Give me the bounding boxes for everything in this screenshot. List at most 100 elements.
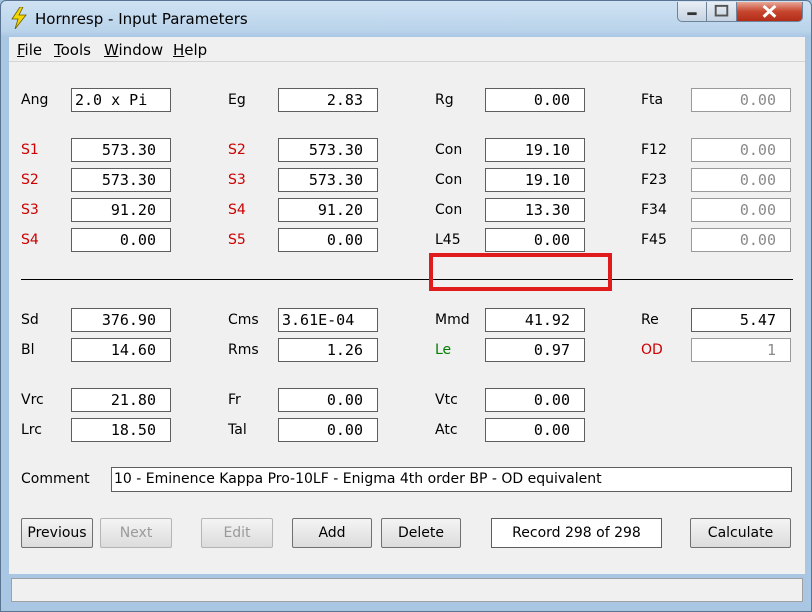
param-field-s4[interactable]: 0.00	[71, 228, 171, 252]
calculate-button[interactable]: Calculate	[690, 518, 791, 548]
param-label-bl: Bl	[21, 342, 35, 358]
param-field-atc[interactable]: 0.00	[485, 418, 585, 442]
minimize-button[interactable]	[677, 2, 707, 22]
param-label-vrc: Vrc	[21, 392, 44, 408]
param-field-fr[interactable]: 0.00	[278, 388, 378, 412]
param-label-con: Con	[435, 142, 463, 158]
add-button[interactable]: Add	[292, 518, 372, 548]
menu-bar: File Tools Window Help	[9, 37, 805, 62]
next-button[interactable]: Next	[100, 518, 172, 548]
param-field-lrc[interactable]: 18.50	[71, 418, 171, 442]
window-title: Hornresp - Input Parameters	[35, 10, 248, 28]
param-label-re: Re	[641, 312, 659, 328]
main-window: Hornresp - Input Parameters File Tools W…	[0, 0, 812, 612]
param-field-l45[interactable]: 0.00	[485, 228, 585, 252]
param-label-mmd: Mmd	[435, 312, 470, 328]
input-parameters-panel: Ang 2.0 x Pi Eg 2.83 Rg 0.00 Fta 0.00 S1 573.30 S2…	[9, 62, 805, 574]
calculate-button-label: Calculate	[707, 525, 774, 541]
param-label-f12: F12	[641, 142, 667, 158]
param-field-vrc[interactable]: 21.80	[71, 388, 171, 412]
param-label-sd: Sd	[21, 312, 39, 328]
param-field-rg[interactable]: 0.00	[485, 88, 585, 112]
param-field-con[interactable]: 19.10	[485, 168, 585, 192]
param-label-s2: S2	[21, 172, 39, 188]
param-field-vtc[interactable]: 0.00	[485, 388, 585, 412]
param-field-sd[interactable]: 376.90	[71, 308, 171, 332]
param-field-bl[interactable]: 14.60	[71, 338, 171, 362]
maximize-button[interactable]	[707, 2, 737, 22]
param-label-vtc: Vtc	[435, 392, 458, 408]
param-field-f34: 0.00	[691, 198, 791, 222]
param-label-fta: Fta	[641, 92, 664, 108]
close-icon	[762, 4, 777, 18]
title-bar[interactable]: Hornresp - Input Parameters	[1, 1, 811, 37]
param-label-fr: Fr	[228, 392, 241, 408]
param-label-s3: S3	[21, 202, 39, 218]
param-label-s4: S4	[228, 202, 246, 218]
param-field-re[interactable]: 5.47	[691, 308, 791, 332]
minimize-icon	[687, 12, 697, 16]
param-field-ang[interactable]: 2.0 x Pi	[71, 88, 171, 112]
param-label-s4: S4	[21, 232, 39, 248]
edit-button[interactable]: Edit	[201, 518, 273, 548]
param-field-con[interactable]: 19.10	[485, 138, 585, 162]
param-label-f45: F45	[641, 232, 667, 248]
param-label-le: Le	[435, 342, 452, 358]
param-field-s2[interactable]: 573.30	[278, 138, 378, 162]
param-field-s3[interactable]: 91.20	[71, 198, 171, 222]
param-label-rms: Rms	[228, 342, 259, 358]
param-field-le[interactable]: 0.97	[485, 338, 585, 362]
param-label-f34: F34	[641, 202, 667, 218]
param-field-tal[interactable]: 0.00	[278, 418, 378, 442]
param-label-atc: Atc	[435, 422, 458, 438]
param-field-eg[interactable]: 2.83	[278, 88, 378, 112]
param-field-mmd[interactable]: 41.92	[485, 308, 585, 332]
edit-button-label: Edit	[223, 525, 251, 541]
param-field-cms[interactable]: 3.61E-04	[278, 308, 378, 332]
record-indicator: Record 298 of 298	[491, 518, 662, 548]
param-field-fta: 0.00	[691, 88, 791, 112]
param-field-s5[interactable]: 0.00	[278, 228, 378, 252]
close-button[interactable]	[737, 2, 803, 22]
param-field-s1[interactable]: 573.30	[71, 138, 171, 162]
param-field-s3[interactable]: 573.30	[278, 168, 378, 192]
param-field-s2[interactable]: 573.30	[71, 168, 171, 192]
comment-field[interactable]: 10 - Eminence Kappa Pro-10LF - Enigma 4t…	[111, 467, 792, 492]
maximize-icon	[714, 4, 729, 17]
param-label-s2: S2	[228, 142, 246, 158]
param-field-con[interactable]: 13.30	[485, 198, 585, 222]
param-label-l45: L45	[435, 232, 461, 248]
param-label-lrc: Lrc	[21, 422, 42, 438]
param-label-con: Con	[435, 202, 463, 218]
param-label-rg: Rg	[435, 92, 454, 108]
param-field-f23: 0.00	[691, 168, 791, 192]
menu-window[interactable]: Window	[104, 41, 163, 59]
menu-file[interactable]: File	[17, 41, 42, 59]
status-bar	[11, 578, 803, 602]
param-field-f12: 0.00	[691, 138, 791, 162]
menu-tools[interactable]: Tools	[54, 41, 91, 59]
param-field-f45: 0.00	[691, 228, 791, 252]
param-label-s5: S5	[228, 232, 246, 248]
delete-button-label: Delete	[398, 525, 444, 541]
menu-help[interactable]: Help	[173, 41, 207, 59]
param-label-tal: Tal	[228, 422, 247, 438]
param-field-s4[interactable]: 91.20	[278, 198, 378, 222]
param-field-od: 1	[691, 338, 791, 362]
lightning-bolt-icon	[11, 7, 27, 29]
param-label-con: Con	[435, 172, 463, 188]
next-button-label: Next	[119, 525, 153, 541]
delete-button[interactable]: Delete	[381, 518, 461, 548]
param-label-s3: S3	[228, 172, 246, 188]
section-divider	[21, 279, 793, 280]
highlight-box	[429, 253, 612, 291]
param-label-f23: F23	[641, 172, 667, 188]
param-label-ang: Ang	[21, 92, 49, 108]
previous-button-label: Previous	[27, 525, 87, 541]
previous-button[interactable]: Previous	[21, 518, 93, 548]
comment-label: Comment	[21, 471, 90, 487]
param-label-od: OD	[641, 342, 663, 358]
param-field-rms[interactable]: 1.26	[278, 338, 378, 362]
param-label-s1: S1	[21, 142, 39, 158]
add-button-label: Add	[318, 525, 346, 541]
